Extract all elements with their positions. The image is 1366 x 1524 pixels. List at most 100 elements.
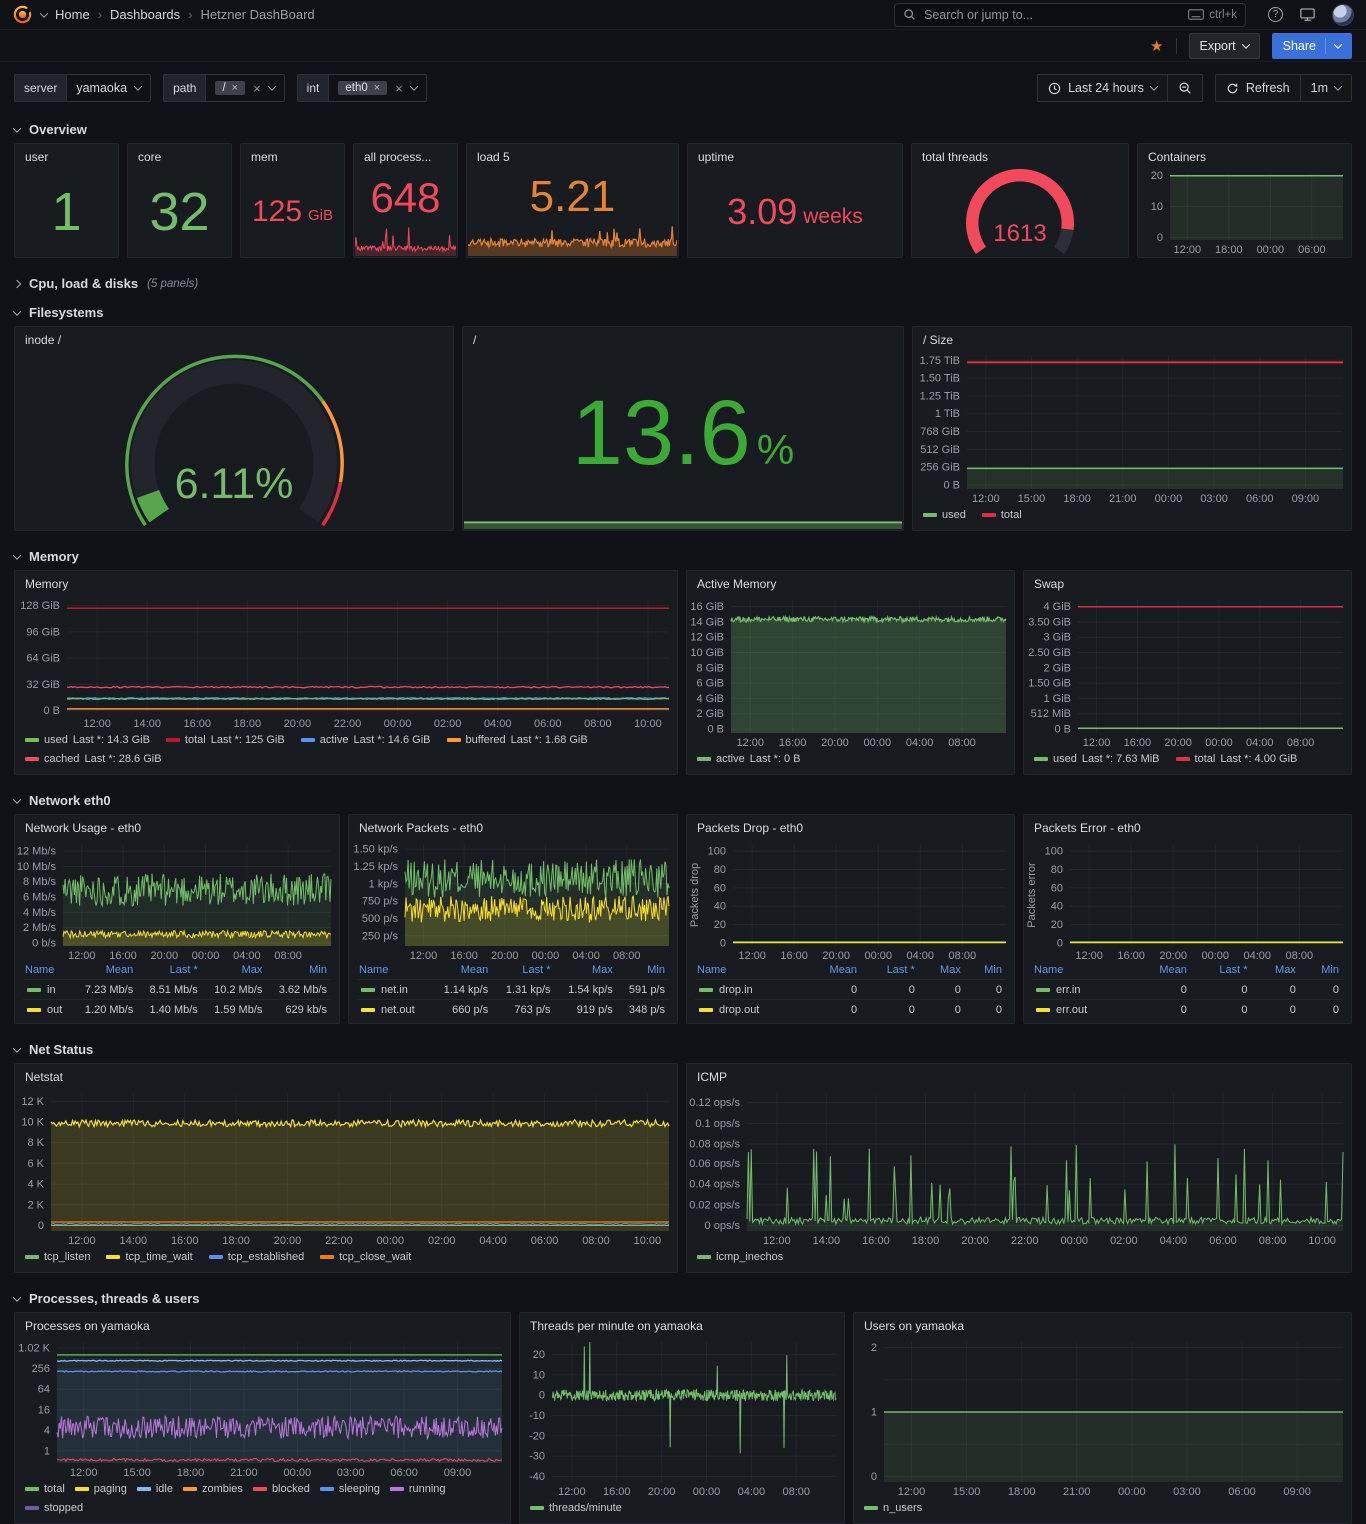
memory-chart[interactable]: 0 B32 GiB64 GiB96 GiB128 GiB12:0014:0016…	[15, 593, 677, 731]
legend-item[interactable]: idle	[137, 1481, 173, 1497]
legend-item[interactable]: activeLast *: 14.6 GiB	[301, 732, 431, 748]
panel-title[interactable]: all process...	[354, 144, 457, 166]
panel-title[interactable]: load 5	[467, 144, 678, 166]
panel-title[interactable]: Active Memory	[687, 571, 1014, 593]
legend-item[interactable]: tcp_listen	[25, 1249, 90, 1265]
series-name[interactable]: net.in	[361, 984, 408, 996]
legend-col-header[interactable]: Name	[695, 963, 804, 980]
panel-title[interactable]: Swap	[1024, 571, 1351, 593]
refresh-interval-button[interactable]: 1m	[1301, 74, 1352, 102]
series-name[interactable]: net.out	[361, 1004, 415, 1016]
panel-title[interactable]: Users on yamaoka	[854, 1313, 1351, 1335]
row-header-processes[interactable]: Processes, threads & users	[0, 1283, 1366, 1312]
panel-title[interactable]: uptime	[688, 144, 902, 166]
legend-item[interactable]: usedLast *: 7.63 MiB	[1034, 751, 1160, 767]
panel-title[interactable]: /	[463, 327, 903, 349]
legend-item[interactable]: bufferedLast *: 1.68 GiB	[447, 732, 588, 748]
legend-col-header[interactable]: Min	[617, 963, 669, 980]
packets-error-chart[interactable]: Packets error02040608010012:0016:0020:00…	[1024, 837, 1351, 963]
breadcrumb-home[interactable]: Home	[55, 7, 90, 22]
legend-col-header[interactable]: Min	[1300, 963, 1343, 980]
monitor-icon[interactable]	[1299, 6, 1316, 23]
legend-item[interactable]: tcp_close_wait	[320, 1249, 411, 1265]
legend-col-header[interactable]: Max	[1252, 963, 1300, 980]
network-usage-chart[interactable]: 0 b/s2 Mb/s4 Mb/s6 Mb/s8 Mb/s10 Mb/s12 M…	[15, 837, 339, 963]
total-threads-gauge[interactable]: 1613	[912, 166, 1128, 257]
legend-item[interactable]: threads/minute	[530, 1500, 622, 1516]
row-header-netstatus[interactable]: Net Status	[0, 1034, 1366, 1063]
inode-gauge[interactable]: 6.11%	[15, 349, 453, 530]
legend-col-header[interactable]: Max	[555, 963, 617, 980]
legend-col-header[interactable]: Min	[266, 963, 331, 980]
favorite-star-icon[interactable]	[1150, 37, 1163, 55]
legend-col-header[interactable]: Last *	[861, 963, 919, 980]
series-name[interactable]: err.in	[1036, 984, 1080, 996]
root-size-chart[interactable]: 0 B256 GiB512 GiB768 GiB1 TiB1.25 TiB1.5…	[913, 349, 1351, 506]
row-header-overview[interactable]: Overview	[0, 114, 1366, 143]
legend-col-header[interactable]: Name	[23, 963, 73, 980]
panel-title[interactable]: Network Usage - eth0	[15, 815, 339, 837]
legend-col-header[interactable]: Max	[202, 963, 267, 980]
legend-col-header[interactable]: Mean	[1131, 963, 1191, 980]
load5-sparkline[interactable]	[468, 210, 677, 256]
panel-title[interactable]: Network Packets - eth0	[349, 815, 677, 837]
clear-all-icon[interactable]	[395, 81, 403, 96]
row-header-filesystems[interactable]: Filesystems	[0, 297, 1366, 326]
packets-drop-chart[interactable]: Packets drop02040608010012:0016:0020:000…	[687, 837, 1014, 963]
panel-title[interactable]: core	[128, 144, 231, 166]
export-button[interactable]: Export	[1189, 33, 1260, 59]
time-range-button[interactable]: Last 24 hours	[1037, 74, 1168, 102]
legend-col-header[interactable]: Mean	[430, 963, 492, 980]
legend-item[interactable]: usedLast *: 14.3 GiB	[25, 732, 150, 748]
row-header-network[interactable]: Network eth0	[0, 785, 1366, 814]
network-packets-chart[interactable]: 250 p/s500 p/s750 p/s1 kp/s1.25 kp/s1.50…	[349, 837, 677, 963]
series-name[interactable]: err.out	[1036, 1004, 1087, 1016]
share-button[interactable]: Share	[1272, 33, 1352, 59]
legend-item[interactable]: blocked	[253, 1481, 310, 1497]
panel-title[interactable]: inode /	[15, 327, 453, 349]
all-process-sparkline[interactable]	[355, 214, 456, 256]
legend-col-header[interactable]: Max	[919, 963, 965, 980]
icmp-chart[interactable]: 0 ops/s0.02 ops/s0.04 ops/s0.06 ops/s0.0…	[687, 1086, 1351, 1248]
legend-item[interactable]: total	[982, 507, 1022, 523]
users-chart[interactable]: 01212:0015:0018:0021:0000:0003:0006:0009…	[854, 1335, 1351, 1499]
legend-item[interactable]: tcp_time_wait	[106, 1249, 192, 1265]
legend-item[interactable]: tcp_established	[209, 1249, 304, 1265]
grafana-logo-icon[interactable]	[12, 4, 33, 25]
legend-item[interactable]: cachedLast *: 28.6 GiB	[25, 751, 162, 767]
breadcrumb-dashboards[interactable]: Dashboards	[110, 7, 180, 22]
avatar[interactable]	[1332, 4, 1354, 26]
legend-item[interactable]: icmp_inechos	[697, 1249, 783, 1265]
zoom-out-button[interactable]	[1168, 74, 1203, 102]
root-usage-sparkline[interactable]	[464, 516, 902, 529]
legend-item[interactable]: running	[390, 1481, 446, 1497]
series-name[interactable]: out	[27, 1004, 62, 1016]
containers-chart[interactable]: 0102012:0018:0000:0006:00	[1138, 166, 1351, 257]
panel-title[interactable]: Containers	[1138, 144, 1351, 166]
series-name[interactable]: in	[27, 984, 56, 996]
swap-chart[interactable]: 0 B512 MiB1 GiB1.50 GiB2 GiB2.50 GiB3 Gi…	[1024, 593, 1351, 750]
legend-col-header[interactable]: Name	[357, 963, 430, 980]
legend-col-header[interactable]: Last *	[137, 963, 202, 980]
search-input[interactable]: Search or jump to... ctrl+k	[894, 3, 1246, 27]
legend-col-header[interactable]: Last *	[1191, 963, 1252, 980]
clear-all-icon[interactable]	[253, 81, 261, 96]
variable-int-chip[interactable]: eth0	[338, 81, 387, 95]
panel-title[interactable]: user	[15, 144, 118, 166]
legend-item[interactable]: used	[923, 507, 966, 523]
legend-col-header[interactable]: Mean	[804, 963, 861, 980]
row-header-memory[interactable]: Memory	[0, 541, 1366, 570]
org-switcher-chevron-icon[interactable]	[40, 9, 48, 17]
legend-item[interactable]: totalLast *: 125 GiB	[166, 732, 285, 748]
legend-col-header[interactable]: Name	[1032, 963, 1131, 980]
legend-col-header[interactable]: Mean	[73, 963, 138, 980]
variable-int-select[interactable]: eth0	[328, 74, 426, 102]
legend-item[interactable]: totalLast *: 4.00 GiB	[1176, 751, 1298, 767]
variable-server-select[interactable]: yamaoka	[66, 74, 151, 102]
legend-item[interactable]: zombies	[183, 1481, 243, 1497]
legend-item[interactable]: sleeping	[320, 1481, 380, 1497]
series-name[interactable]: drop.in	[699, 984, 753, 996]
panel-title[interactable]: Packets Error - eth0	[1024, 815, 1351, 837]
panel-title[interactable]: total threads	[912, 144, 1128, 166]
threads-minute-chart[interactable]: -40-30-20-100102012:0016:0020:0000:0004:…	[520, 1335, 844, 1499]
